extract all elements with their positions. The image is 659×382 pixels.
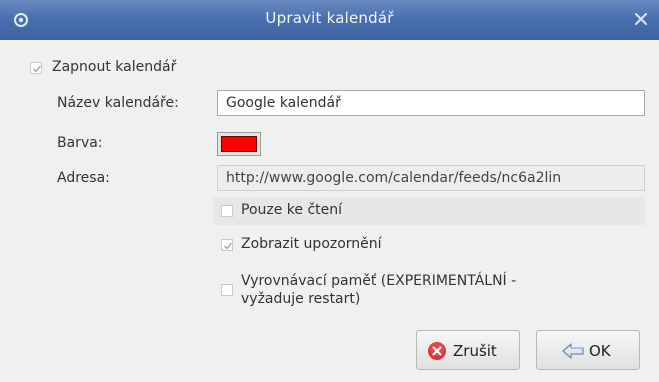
- show-alarms-label[interactable]: Zobrazit upozornění: [241, 236, 382, 252]
- titlebar[interactable]: Upravit kalendář: [0, 0, 659, 40]
- url-label: Adresa:: [57, 170, 110, 186]
- checkmark-icon: [224, 242, 233, 250]
- cancel-icon: [427, 341, 447, 365]
- enable-calendar-label[interactable]: Zapnout kalendář: [52, 59, 176, 75]
- close-icon[interactable]: [633, 11, 649, 27]
- window-title: Upravit kalendář: [265, 9, 394, 27]
- readonly-checkbox[interactable]: [221, 205, 233, 217]
- color-label: Barva:: [57, 135, 103, 151]
- show-alarms-checkbox[interactable]: [221, 239, 233, 251]
- ok-button-label: OK: [589, 342, 611, 360]
- dialog-content: Zapnout kalendář Název kalendáře: Google…: [0, 40, 659, 382]
- checkmark-icon: [33, 65, 42, 73]
- color-picker-button[interactable]: [217, 132, 261, 156]
- color-swatch: [221, 136, 257, 152]
- edit-calendar-dialog: Upravit kalendář Zapnout kalendář Název …: [0, 0, 659, 382]
- readonly-label[interactable]: Pouze ke čtení: [241, 202, 342, 218]
- cancel-button[interactable]: Zrušit: [416, 330, 520, 370]
- calendar-url-field[interactable]: http://www.google.com/calendar/feeds/nc6…: [217, 165, 645, 191]
- calendar-name-label: Název kalendáře:: [57, 95, 179, 111]
- cache-checkbox[interactable]: [221, 284, 233, 296]
- cache-label-line2[interactable]: vyžaduje restart): [241, 291, 360, 307]
- ok-button[interactable]: OK: [536, 330, 640, 370]
- ok-icon: [561, 341, 587, 365]
- enable-calendar-checkbox[interactable]: [30, 62, 42, 74]
- cancel-button-label: Zrušit: [453, 342, 497, 360]
- calendar-name-field[interactable]: Google kalendář: [217, 90, 645, 116]
- cache-label-line1[interactable]: Vyrovnávací paměť (EXPERIMENTÁLNÍ -: [241, 273, 516, 289]
